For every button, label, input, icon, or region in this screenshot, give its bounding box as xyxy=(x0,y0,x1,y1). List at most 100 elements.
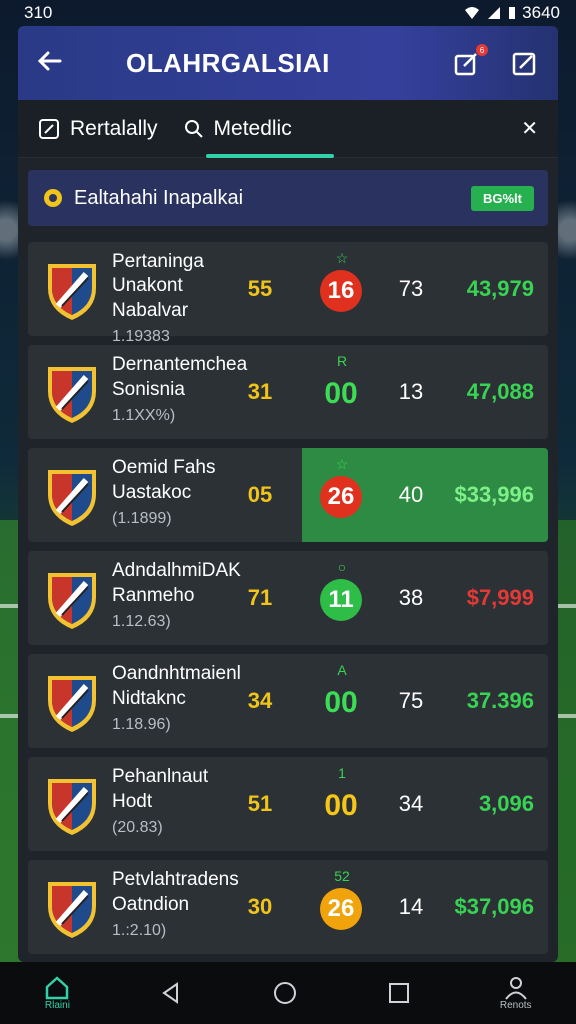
team-rating: 1.1XX%) xyxy=(112,407,176,424)
team-value: 37.396 xyxy=(466,688,534,713)
tab-bar: Rertalally Metedlic ✕ xyxy=(18,100,558,158)
team-value: $33,996 xyxy=(454,482,534,507)
team-points: 14 xyxy=(398,894,424,919)
team-crest-icon xyxy=(48,779,96,835)
profile-icon xyxy=(504,976,527,1000)
tab-metedlic[interactable]: Metedlic xyxy=(184,117,292,141)
team-name: Pehanlnaut xyxy=(112,766,209,787)
main-panel: OLAHRGALSIAI 6 Rertalally Metedlic ✕ Eal… xyxy=(18,26,558,962)
team-row[interactable]: AdndalhmiDAK Ranmeho 1.12.63) 71 ○ 11 38… xyxy=(28,551,548,645)
team-name: Oandnhtmaienl xyxy=(112,663,241,684)
team-points: 38 xyxy=(398,585,424,610)
home-icon xyxy=(46,975,69,999)
team-rating: (20.83) xyxy=(112,819,163,836)
recents-square-icon xyxy=(389,983,409,1003)
status-right-text: 3640 xyxy=(522,3,560,22)
result-ball: 26 xyxy=(320,888,362,930)
team-row[interactable]: Petvlahtradens Oatndion 1.:2.10) 30 52 2… xyxy=(28,860,548,954)
nav-label: Rlaini xyxy=(44,999,70,1011)
team-name: Oemid Fahs xyxy=(112,457,216,478)
team-crest-icon xyxy=(48,882,96,938)
team-row[interactable]: Oandnhtmaienl Nidtaknc 1.18.96) 34 A 00 … xyxy=(28,654,548,748)
team-score: 30 xyxy=(247,894,273,919)
app-title: OLAHRGALSIAI xyxy=(126,47,330,78)
team-name: Petvlahtradens xyxy=(112,869,239,890)
result-ball: 00 xyxy=(324,686,358,719)
battery-icon xyxy=(509,7,516,19)
edit-icon xyxy=(39,118,59,139)
team-row[interactable]: Pehanlnaut Hodt (20.83) 51 1 00 34 3,096 xyxy=(28,757,548,851)
edit-icon xyxy=(512,52,536,76)
tab-rertalally[interactable]: Rertalally xyxy=(38,117,158,141)
app-bar: OLAHRGALSIAI 6 xyxy=(18,26,558,100)
form-marker: A xyxy=(337,662,347,678)
back-triangle-icon xyxy=(162,982,179,1004)
nav-back[interactable] xyxy=(159,981,183,1005)
team-crest-icon xyxy=(48,367,96,423)
form-marker: 1 xyxy=(338,765,346,781)
edit-button[interactable] xyxy=(510,48,540,78)
result-ball: 11 xyxy=(320,579,362,621)
team-row[interactable]: Pertaninga Unakont Nabalvar 1.19383 55 ☆… xyxy=(28,242,548,345)
active-tab-indicator xyxy=(206,154,334,158)
team-crest-icon xyxy=(48,264,96,320)
team-points: 73 xyxy=(398,276,424,301)
tab-label: Metedlic xyxy=(213,116,292,140)
notification-badge: 6 xyxy=(476,44,488,56)
team-points: 40 xyxy=(398,482,424,507)
league-title: Ealtahahi Inapalkai xyxy=(74,186,244,209)
result-ball: 26 xyxy=(320,476,362,518)
team-name: AdndalhmiDAK xyxy=(112,560,241,581)
team-rating: 1.18.96) xyxy=(112,716,171,733)
trophy-icon xyxy=(44,189,62,207)
team-score: 55 xyxy=(247,276,273,301)
nav-recents[interactable] xyxy=(387,981,411,1005)
wifi-icon xyxy=(465,7,480,19)
team-list: Pertaninga Unakont Nabalvar 1.19383 55 ☆… xyxy=(28,242,548,962)
home-circle-icon xyxy=(274,982,297,1004)
back-arrow-icon[interactable] xyxy=(36,48,84,79)
tab-label: Rertalally xyxy=(70,116,158,140)
form-marker: ☆ xyxy=(335,456,349,472)
team-value: 3,096 xyxy=(478,791,534,816)
form-marker: 52 xyxy=(334,868,350,884)
search-icon xyxy=(184,119,203,138)
status-bar: 310 3640 xyxy=(0,0,576,26)
bottom-nav: Rlaini Renots xyxy=(0,962,576,1024)
team-score: 31 xyxy=(247,379,273,404)
team-value: $7,999 xyxy=(466,585,534,610)
nav-home-circle[interactable] xyxy=(272,980,298,1006)
team-points: 75 xyxy=(398,688,424,713)
team-score: 71 xyxy=(247,585,273,610)
team-score: 05 xyxy=(247,482,273,507)
nav-profile[interactable]: Renots xyxy=(500,976,532,1011)
result-ball: 00 xyxy=(324,377,358,410)
nav-label: Renots xyxy=(499,999,532,1011)
league-header[interactable]: Ealtahahi Inapalkai BG%lt xyxy=(28,170,548,226)
team-value: 47,088 xyxy=(466,379,534,404)
result-ball: 16 xyxy=(320,270,362,312)
result-ball: 00 xyxy=(324,789,358,822)
expand-icon[interactable]: ✕ xyxy=(521,116,538,141)
team-rating: 1.:2.10) xyxy=(112,922,167,939)
team-rating: 1.12.63) xyxy=(112,613,171,630)
team-points: 34 xyxy=(398,791,424,816)
notification-button[interactable]: 6 xyxy=(452,44,488,78)
share-box-icon xyxy=(454,53,477,76)
team-score: 34 xyxy=(247,688,273,713)
team-rating: (1.1899) xyxy=(112,510,172,527)
team-score: 51 xyxy=(247,791,273,816)
team-points: 13 xyxy=(398,379,424,404)
signal-icon xyxy=(488,7,501,19)
team-row[interactable]: Dernantemchea Sonisnia 1.1XX%) 31 R 00 1… xyxy=(28,345,548,439)
form-marker: ☆ xyxy=(335,250,349,266)
team-name: Dernantemchea xyxy=(112,354,248,375)
team-crest-icon xyxy=(48,573,96,629)
team-crest-icon xyxy=(48,470,96,526)
nav-home[interactable]: Rlaini xyxy=(44,975,70,1011)
team-value: $37,096 xyxy=(454,894,534,919)
status-badge[interactable]: BG%lt xyxy=(471,185,534,211)
team-row[interactable]: Oemid Fahs Uastakoc (1.1899) 05 ☆ 26 40 … xyxy=(28,448,548,542)
team-value: 43,979 xyxy=(466,276,534,301)
team-crest-icon xyxy=(48,676,96,732)
